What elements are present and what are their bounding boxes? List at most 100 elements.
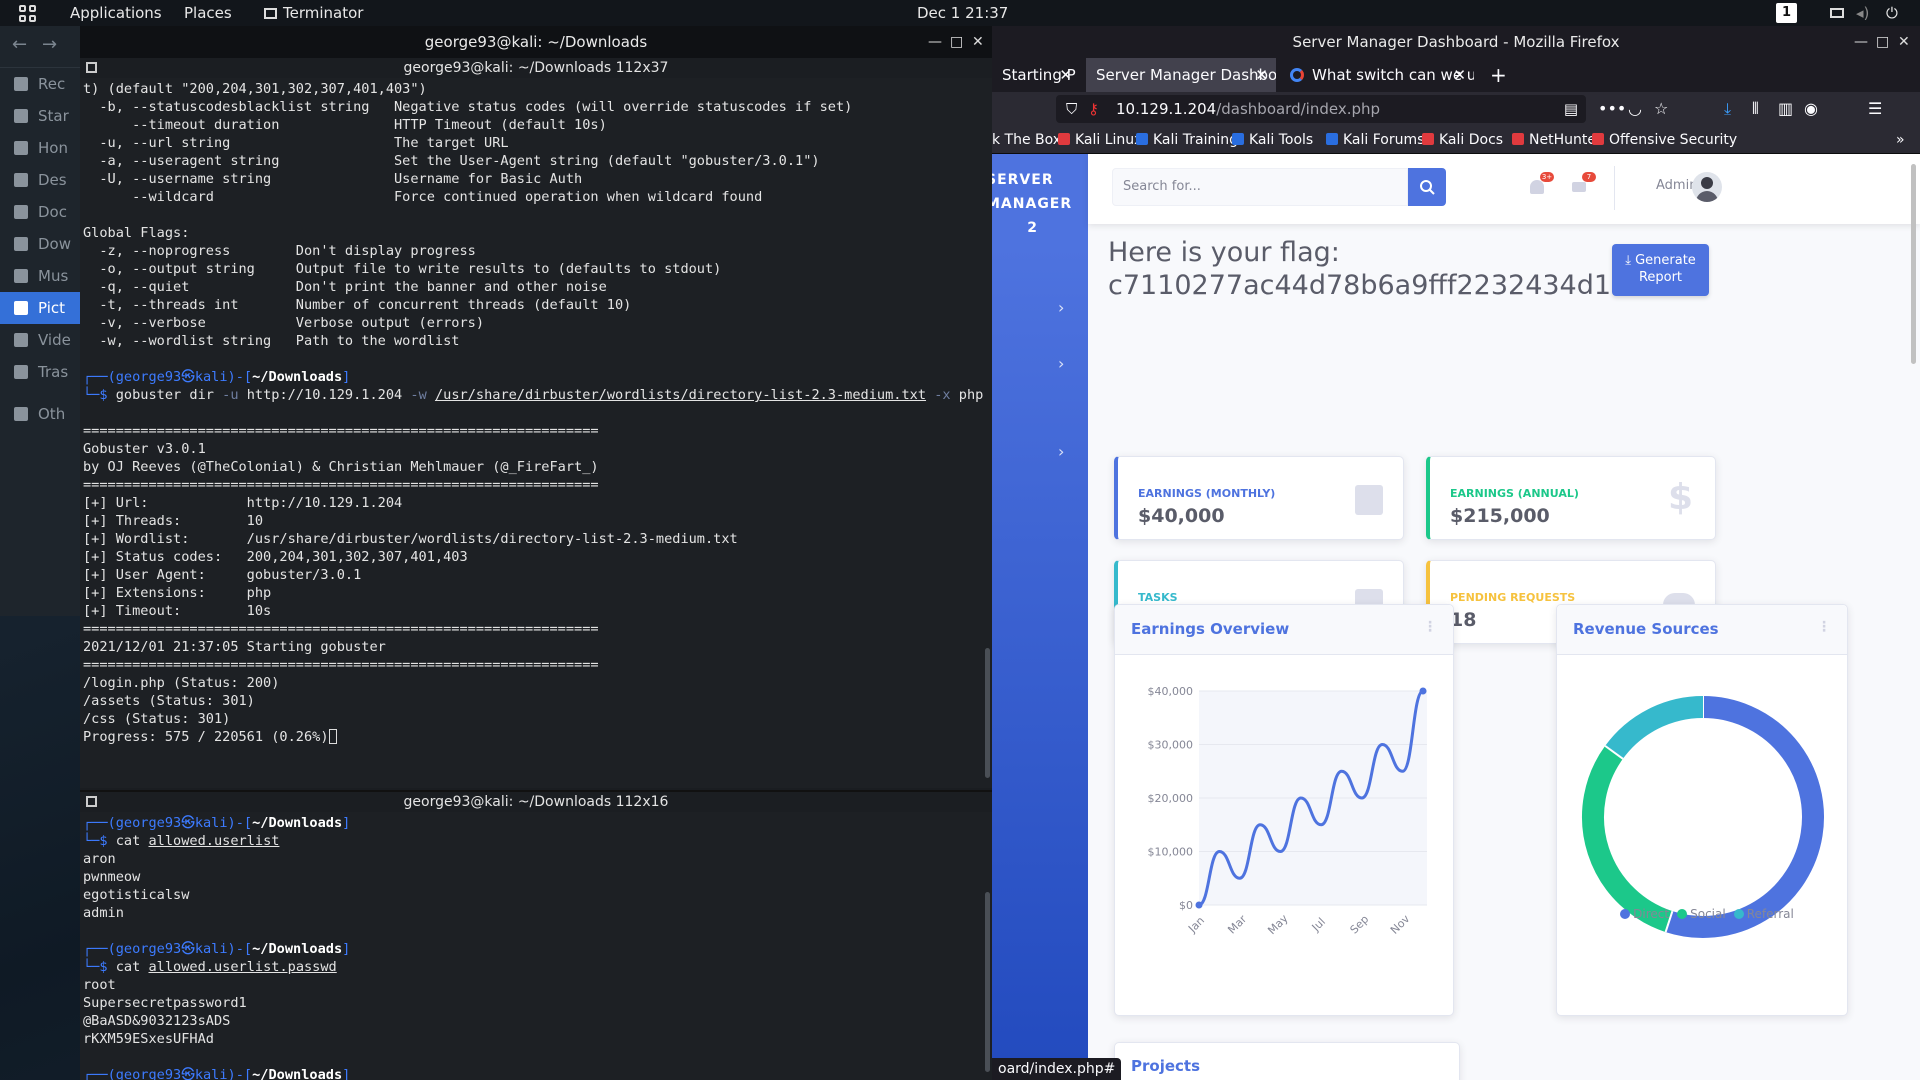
avatar[interactable] bbox=[1692, 172, 1722, 202]
page-scrollbar[interactable] bbox=[1911, 164, 1916, 364]
display-icon[interactable] bbox=[1830, 0, 1846, 26]
envelope-icon[interactable] bbox=[1572, 182, 1586, 192]
volume-icon[interactable]: ◂) bbox=[1856, 0, 1869, 26]
calendar-icon bbox=[1355, 485, 1383, 515]
tab-starting[interactable]: Starting P ✕ bbox=[992, 58, 1080, 92]
account-icon[interactable]: ◉ bbox=[1804, 92, 1818, 126]
insecure-lock-icon[interactable]: ⚷ bbox=[1088, 95, 1099, 123]
minimize-icon[interactable]: — bbox=[928, 26, 942, 58]
workspace-indicator[interactable]: 1 bbox=[1776, 3, 1797, 23]
pane1-title-text: george93@kali: ~/Downloads 112x37 bbox=[403, 60, 669, 76]
terminator-window-title: george93@kali: ~/Downloads bbox=[424, 33, 648, 51]
forward-arrow-icon[interactable]: → bbox=[42, 34, 57, 55]
y-tick-label: $40,000 bbox=[1148, 685, 1194, 698]
places-item[interactable]: Tras bbox=[0, 356, 80, 388]
close-icon[interactable]: ✕ bbox=[972, 26, 984, 58]
url-field[interactable]: ⛉ ⚷ 10.129.1.204/dashboard/index.php ▤ bbox=[1056, 95, 1586, 123]
chevron-right-icon[interactable]: › bbox=[1058, 298, 1064, 317]
bookmark-item[interactable]: Kali Docs bbox=[1422, 126, 1503, 154]
places-item[interactable]: Rec bbox=[0, 68, 80, 100]
more-vertical-icon[interactable]: ⋮ bbox=[1423, 619, 1437, 635]
bookmark-item[interactable]: Kali Training bbox=[1136, 126, 1238, 154]
places-item[interactable]: Doc bbox=[0, 196, 80, 228]
places-item[interactable]: Oth bbox=[0, 398, 80, 430]
search-input[interactable]: Search for... bbox=[1112, 168, 1408, 206]
donut-slice-direct[interactable] bbox=[1665, 696, 1824, 938]
terminator-taskbar-item[interactable]: Terminator bbox=[264, 0, 363, 26]
minimize-icon[interactable]: — bbox=[1854, 26, 1868, 58]
terminal-icon bbox=[264, 8, 277, 19]
close-tab-icon[interactable]: ✕ bbox=[1059, 58, 1072, 92]
shield-icon[interactable]: ⛉ bbox=[1066, 95, 1077, 123]
pane-menu-icon[interactable] bbox=[86, 62, 97, 73]
bell-icon[interactable] bbox=[1530, 180, 1544, 194]
places-item[interactable]: Pict bbox=[0, 292, 80, 324]
kali-bookmark-icon bbox=[1232, 133, 1244, 145]
scrollbar[interactable] bbox=[985, 648, 990, 778]
places-item[interactable]: Des bbox=[0, 164, 80, 196]
places-item[interactable]: Mus bbox=[0, 260, 80, 292]
generate-report-button[interactable]: ⤓ Generate Report bbox=[1612, 244, 1709, 296]
command-text: gobuster dir bbox=[115, 387, 214, 403]
places-item[interactable]: Hon bbox=[0, 132, 80, 164]
places-item[interactable]: Star bbox=[0, 100, 80, 132]
clock[interactable]: Dec 1 21:37 bbox=[917, 0, 1008, 26]
output-text: by OJ Reeves (@TheColonial) & Christian … bbox=[83, 459, 599, 475]
donut-slice-referral[interactable] bbox=[1605, 696, 1704, 760]
terminal-line: ┌──(george93㉿kali)-[~/Downloads] bbox=[83, 814, 992, 832]
more-bookmarks-icon[interactable]: » bbox=[1896, 126, 1905, 154]
chevron-right-icon[interactable]: › bbox=[1058, 442, 1064, 461]
output-text: -o, --output string Output file to write… bbox=[83, 261, 722, 277]
data-point[interactable] bbox=[1419, 687, 1427, 695]
close-icon[interactable]: ✕ bbox=[1898, 26, 1910, 58]
output-text: admin bbox=[83, 905, 124, 921]
prompt-user: (george93㉿kali) bbox=[107, 815, 236, 831]
bookmark-item[interactable]: NetHunter bbox=[1512, 126, 1602, 154]
pocket-icon[interactable]: ◡ bbox=[1628, 92, 1642, 126]
data-point[interactable] bbox=[1195, 901, 1203, 909]
close-tab-icon[interactable]: ✕ bbox=[1255, 58, 1268, 92]
tab-server-manager[interactable]: Server Manager Dashboard✕ bbox=[1086, 58, 1276, 92]
link-status-bar: oard/index.php# bbox=[992, 1058, 1122, 1080]
power-icon[interactable]: ⏻ bbox=[1886, 0, 1898, 26]
new-tab-button[interactable]: + bbox=[1480, 58, 1510, 92]
bookmark-item[interactable]: Kali Tools bbox=[1232, 126, 1313, 154]
pane-menu-icon[interactable] bbox=[86, 796, 97, 807]
bookmark-star-icon[interactable]: ☆ bbox=[1654, 92, 1668, 126]
search-button[interactable] bbox=[1408, 168, 1446, 206]
app-grid-icon[interactable] bbox=[19, 5, 36, 22]
terminal-pane-top[interactable]: george93@kali: ~/Downloads 112x16george9… bbox=[80, 58, 992, 788]
prompt-user: (george93㉿kali) bbox=[107, 1067, 236, 1080]
more-actions-icon[interactable]: ••• bbox=[1598, 92, 1626, 126]
bookmark-item[interactable]: Offensive Security bbox=[1592, 126, 1737, 154]
y-tick-label: $30,000 bbox=[1148, 739, 1194, 752]
places-menu[interactable]: Places bbox=[184, 0, 232, 26]
library-icon[interactable]: ⫴ bbox=[1752, 92, 1759, 126]
places-item[interactable]: Dow bbox=[0, 228, 80, 260]
close-tab-icon[interactable]: ✕ bbox=[1453, 58, 1466, 92]
terminal-line: rKXM59ESxesUFHAd bbox=[83, 1030, 992, 1048]
maximize-icon[interactable]: □ bbox=[1876, 26, 1889, 58]
scrollbar[interactable] bbox=[985, 892, 990, 1072]
bookmark-item[interactable]: Kali Forums bbox=[1326, 126, 1424, 154]
download-icon[interactable]: ⤓ bbox=[1724, 92, 1731, 126]
bookmark-item[interactable]: k The Box bbox=[992, 126, 1061, 154]
back-arrow-icon[interactable]: ← bbox=[12, 34, 27, 55]
donut-slice-social[interactable] bbox=[1582, 745, 1673, 933]
tab-what-switch[interactable]: What switch can we use t✕ bbox=[1282, 58, 1474, 92]
more-vertical-icon[interactable]: ⋮ bbox=[1817, 619, 1831, 635]
applications-menu[interactable]: Applications bbox=[70, 0, 162, 26]
stat-label: EARNINGS (ANNUAL) bbox=[1450, 487, 1579, 500]
sidebar-brand[interactable]: SERVER MANAGER 2 bbox=[992, 168, 1086, 240]
sidebar-icon[interactable]: ▥ bbox=[1778, 92, 1793, 126]
terminal-pane-bottom[interactable]: george93@kali: ~/Downloads 112x16 ┌──(ge… bbox=[80, 790, 992, 1080]
maximize-icon[interactable]: □ bbox=[950, 26, 963, 58]
menu-icon[interactable]: ☰ bbox=[1868, 92, 1882, 126]
chevron-right-icon[interactable]: › bbox=[1058, 354, 1064, 373]
terminal-line: ┌──(george93㉿kali)-[~/Downloads] bbox=[83, 1066, 992, 1080]
places-item[interactable]: Vide bbox=[0, 324, 80, 356]
bookmark-item[interactable]: Kali Linux bbox=[1058, 126, 1142, 154]
reader-view-icon[interactable]: ▤ bbox=[1564, 95, 1578, 123]
output-text: -z, --noprogress Don't display progress bbox=[83, 243, 476, 259]
output-text: -w, --wordlist string Path to the wordli… bbox=[83, 333, 460, 349]
